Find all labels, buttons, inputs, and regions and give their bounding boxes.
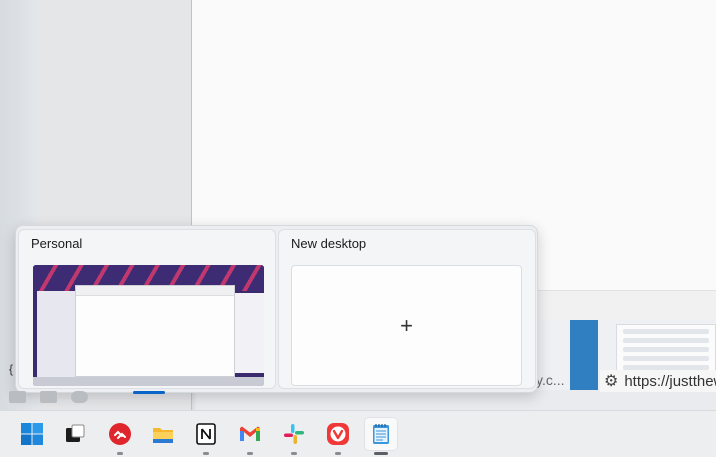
running-indicator (247, 452, 253, 455)
active-indicator (374, 452, 388, 455)
notion-icon (196, 423, 216, 445)
desktop-name-new: New desktop (291, 236, 367, 251)
vivaldi-button[interactable] (321, 417, 355, 455)
running-indicator (335, 452, 341, 455)
background-list-panel (616, 324, 716, 376)
notion-button[interactable] (189, 417, 223, 455)
vivaldi-icon (327, 423, 349, 445)
background-url-text: https://justthew (624, 372, 716, 390)
gmail-button[interactable] (233, 417, 267, 455)
taskbar (0, 410, 716, 457)
task-view-flyout: Personal New desktop + (15, 225, 538, 394)
windows-logo-icon (21, 423, 43, 445)
file-explorer-button[interactable] (146, 417, 180, 451)
window-mini-icon (40, 391, 57, 403)
task-view-button[interactable] (58, 417, 92, 451)
gmail-icon (240, 426, 260, 441)
gear-icon: ⚙ (604, 373, 619, 390)
folder-mini-icon (9, 391, 26, 403)
authy-button[interactable] (103, 417, 137, 455)
notepad-icon (373, 424, 389, 444)
slack-button[interactable] (277, 417, 311, 455)
background-blue-panel (570, 320, 598, 390)
background-brace: { (9, 362, 14, 376)
notepad-button[interactable] (364, 417, 398, 455)
authy-icon (109, 423, 131, 445)
cloud-mini-icon (71, 391, 88, 403)
desktop-card-new[interactable]: New desktop + (278, 229, 536, 389)
background-mini-icons (9, 391, 88, 403)
active-desktop-indicator (133, 391, 165, 394)
slack-icon (284, 424, 304, 444)
background-partial-text: y.c... (536, 372, 565, 388)
folder-icon (153, 428, 173, 443)
running-indicator (117, 452, 123, 455)
background-url-bar: ⚙ https://justthew (600, 370, 716, 392)
running-indicator (291, 452, 297, 455)
start-button[interactable] (15, 417, 49, 451)
add-desktop-button[interactable]: + (291, 265, 522, 386)
plus-icon: + (400, 312, 413, 338)
desktop-preview-personal[interactable] (33, 265, 264, 386)
task-view-icon (66, 424, 85, 442)
desktop-name-personal: Personal (31, 236, 83, 251)
desktop-card-personal[interactable]: Personal (18, 229, 276, 394)
running-indicator (203, 452, 209, 455)
